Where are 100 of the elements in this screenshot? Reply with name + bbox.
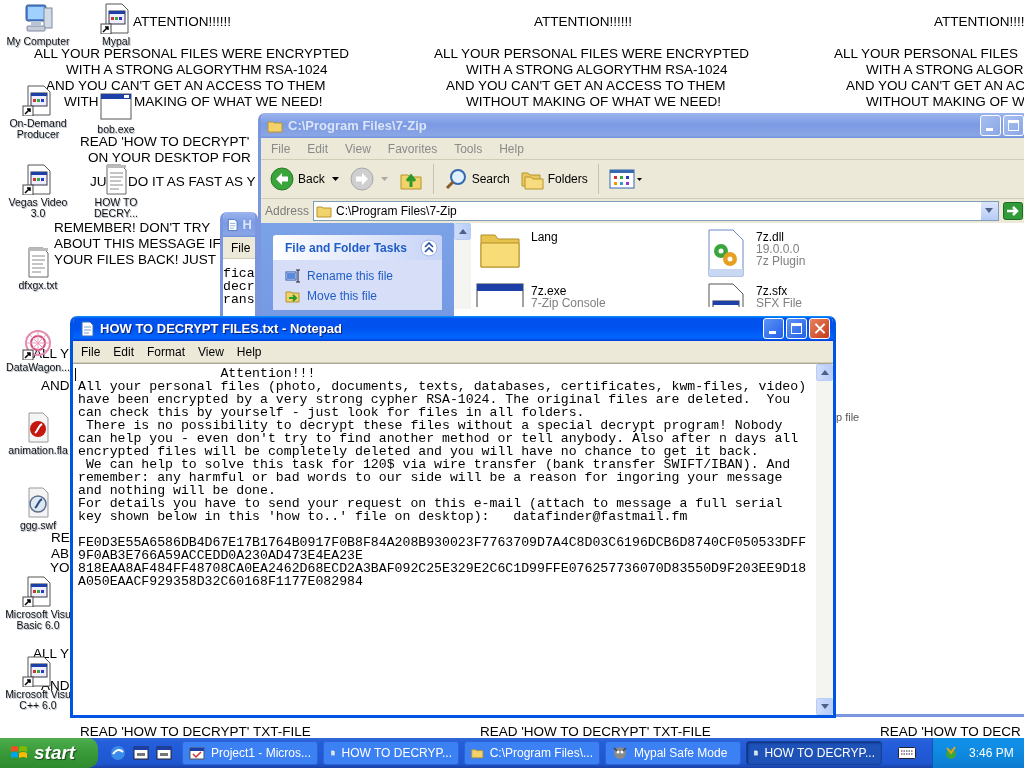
- notepad-icon: [226, 216, 239, 233]
- keyboard-icon[interactable]: [898, 747, 916, 759]
- collapse-button[interactable]: [420, 238, 438, 257]
- wallpaper-text: AND YOU CAN'T GET AN ACCESS TO THEM: [46, 79, 326, 92]
- wallpaper-text: YO: [50, 561, 70, 574]
- wallpaper-text: REMEMBER! DON'T TRY: [54, 221, 211, 234]
- computer-icon[interactable]: [22, 2, 54, 34]
- maximize-button[interactable]: [786, 318, 807, 339]
- wallpaper-text: YOUR FILES BACK! JUST: [54, 253, 217, 266]
- file-detail: 7-Zip Console: [531, 297, 606, 309]
- wallpaper-text: AND YOU CAN'T GET AN AC: [846, 79, 1024, 92]
- move-icon: [285, 288, 301, 304]
- icon-label[interactable]: Microsoft Visu Basic 6.0: [5, 609, 71, 631]
- wallpaper-text: DO IT AS FAST AS Y: [128, 175, 256, 188]
- wallpaper-text: AND YOU CAN'T GET AN ACCESS TO THEM: [446, 79, 726, 92]
- taskbar-button[interactable]: HOW TO DECRYP...: [746, 741, 882, 765]
- scroll-up-button[interactable]: [816, 364, 833, 381]
- wallpaper-text: WITH A STRONG ALGORYTHM RSA-1024: [466, 63, 728, 76]
- text-line: decr: [223, 280, 255, 293]
- scrollbar[interactable]: [816, 364, 833, 715]
- text-line: For details you have to send your request on this e-mail (attach to message a full serial: [78, 497, 784, 510]
- scroll-up-button[interactable]: [454, 223, 471, 240]
- wallpaper-text: READ 'HOW TO DECRYPT' TXT-FILE: [80, 725, 311, 738]
- icon-label[interactable]: bob.exe: [97, 124, 135, 135]
- text-line: can help you - even don't try to find another method or tell anybody. Also after n days all: [78, 432, 800, 445]
- icon-label[interactable]: animation.fla: [8, 445, 68, 456]
- icon-label[interactable]: HOW TO DECRY...: [94, 197, 138, 219]
- task-link[interactable]: Rename this file: [307, 269, 394, 283]
- text-line: fica: [223, 267, 255, 280]
- window-title: C:\Program Files\7-Zip: [288, 118, 427, 133]
- wallpaper-text: ABOUT THIS MESSAGE IF: [54, 237, 221, 250]
- icon-label[interactable]: Vegas Video 3.0: [8, 197, 68, 219]
- icon-label[interactable]: On-Demand Producer: [9, 118, 67, 140]
- program-icon[interactable]: [22, 575, 54, 607]
- task-link[interactable]: Move this file: [307, 289, 378, 303]
- wallpaper-text: WITH A STRONG ALGORYTHM RSA-1024: [66, 63, 328, 76]
- wallpaper-text: AND: [41, 379, 70, 392]
- icon-label[interactable]: ggg.swf: [19, 520, 57, 531]
- wallpaper-text: WITH A STRONG ALGOR: [866, 63, 1024, 76]
- text-line: and nothing will be done.: [78, 484, 277, 497]
- wallpaper-text: READ 'HOW TO DECR: [880, 725, 1021, 738]
- notepad-icon: [79, 320, 95, 337]
- menu-item[interactable]: File: [75, 342, 107, 361]
- close-button[interactable]: [809, 318, 830, 339]
- clock[interactable]: 3:46 PM: [969, 746, 1014, 760]
- menu-item[interactable]: View: [192, 342, 230, 361]
- wallpaper-text: ON YOUR DESKTOP FOR: [88, 151, 251, 164]
- taskbar-button[interactable]: HOW TO DECRYP...: [323, 741, 459, 765]
- start-button[interactable]: start: [0, 738, 98, 768]
- window-icon[interactable]: [156, 745, 172, 761]
- file-detail: 19.0.0.0: [756, 243, 801, 255]
- wallpaper-text: ALL YOUR PERSONAL FILES WERE ENCRYPTED: [34, 47, 350, 60]
- wallpaper-text: ATTENTION!!!!!!: [534, 15, 632, 28]
- text-line: 9F0AB3E766A59ACCEDD0A230AD473E4EA23E: [78, 549, 364, 562]
- text-line: remember: any harmful or bad words to our side will be a reason for ingoring your message: [78, 471, 784, 484]
- wallpaper-text: JU: [90, 175, 107, 188]
- window-title: HOW TO DECRYPT FILES.txt - Notepad: [100, 321, 342, 336]
- taskbar-button[interactable]: C:\Program Files\...: [464, 741, 600, 765]
- program-icon[interactable]: [100, 2, 132, 34]
- menu-item[interactable]: Edit: [107, 342, 141, 361]
- file-detail: p file: [836, 411, 860, 423]
- text-line: have been encrypted by a very strong cypher RSA-1024. The original files are deleted. You: [78, 393, 791, 406]
- folder-icon: [316, 203, 333, 219]
- menu-item[interactable]: Help: [230, 342, 268, 361]
- text-line: encrypted files will be completely deleted and you will have no chance to get it back.: [78, 445, 759, 458]
- wallpaper-text: AB: [51, 547, 69, 560]
- icon-label[interactable]: Microsoft Visu C++ 6.0: [5, 689, 71, 711]
- wallpaper-text: ATTENTION!!!!!!: [133, 15, 231, 28]
- wallpaper-text: WITH: [64, 95, 99, 108]
- scroll-down-button[interactable]: [816, 698, 833, 715]
- wallpaper-text: MAKING OF WHAT WE NEED!: [134, 95, 323, 108]
- program-icon[interactable]: [22, 163, 54, 195]
- browser-icon[interactable]: [110, 745, 126, 761]
- wallpaper-text: READ 'HOW TO DECRYPT': [80, 135, 250, 148]
- text-line: FE0D3E55A6586DB4D67E17B1764B0917F0B8F84A208B930023F7763709D7A4C8D03C6196DCB6D8740CF050533DFF: [78, 536, 808, 549]
- window-icon[interactable]: [100, 90, 132, 122]
- menu-item[interactable]: Format: [141, 342, 192, 361]
- text-line: can check this by yourself - just look for files in all folders.: [78, 406, 585, 419]
- icon-label[interactable]: My Computer: [6, 36, 70, 47]
- icon-label[interactable]: dfxgx.txt: [18, 280, 58, 291]
- back-icon: [270, 167, 294, 191]
- wallpaper-text: ATTENTION!!!!: [934, 15, 1024, 28]
- icon-label[interactable]: DataWagon...: [6, 362, 70, 373]
- text-line: key shown below in this 'how to..' file on desktop): datafinder@fastmail.fm: [78, 510, 689, 523]
- window-title: H: [242, 217, 252, 232]
- window-icon[interactable]: [133, 745, 149, 761]
- taskbar-button[interactable]: Project1 - Micros...: [182, 741, 318, 765]
- program-icon: [189, 745, 205, 761]
- wallpaper-text: ALL YOUR PERSONAL FILES: [834, 47, 1019, 60]
- text-line: 818EAA8AF484FF48708CA0EA2462D68ECD2A3BAF092C25E329E2C6C1D99FFE076257736070D83550D9F203EE9D18: [78, 562, 808, 575]
- wallpaper-text: WITHOUT MAKING OF W: [866, 95, 1024, 108]
- wallpaper-text: READ 'HOW TO DECRYPT' TXT-FILE: [480, 725, 711, 738]
- address-label: Address: [265, 204, 310, 218]
- file-detail: 7z Plugin: [756, 255, 806, 267]
- minimize-button[interactable]: [763, 318, 784, 339]
- text-line: All your personal files (photo, documents, texts, databases, certificates, kwm-files, video): [78, 380, 808, 393]
- taskbar-button[interactable]: Mypal Safe Mode: [605, 741, 741, 765]
- wallpaper-text: WITHOUT MAKING OF WHAT WE NEED!: [466, 95, 721, 108]
- icon-label[interactable]: Mypal: [102, 36, 130, 47]
- text-line: We can help to solve this task for 120$ via wire transfer (bank transfer SWIFT/IBAN). And: [85, 458, 792, 471]
